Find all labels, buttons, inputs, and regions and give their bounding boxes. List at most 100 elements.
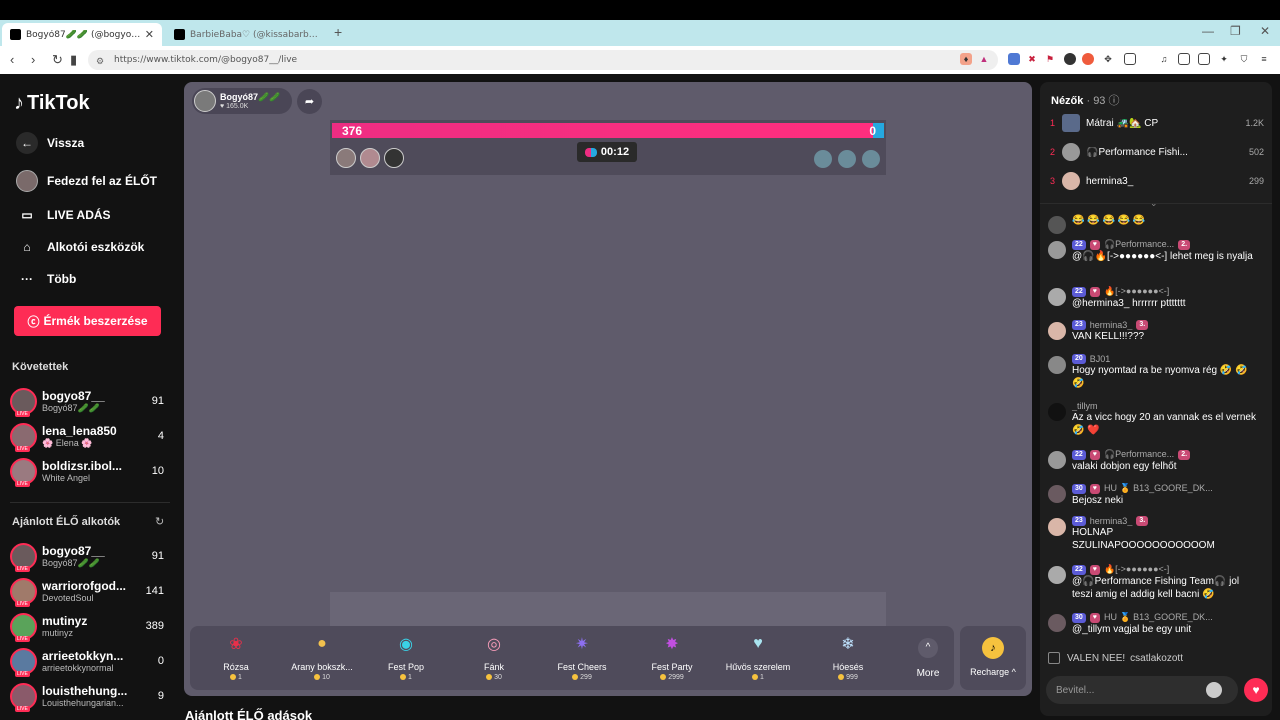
avatar: LIVE <box>10 647 37 677</box>
recommended-account[interactable]: LIVE warriorofgod... DevotedSoul 141 <box>10 575 170 607</box>
tab-active[interactable]: Bogyó87🥒🥒 (@bogyo87 ✕ <box>2 23 162 46</box>
music-icon[interactable]: ♫ <box>1158 53 1170 65</box>
rose-icon: ❀ <box>229 636 243 653</box>
chat-username[interactable]: BJ01 <box>1090 354 1111 364</box>
back-link[interactable]: ← Vissza <box>16 132 84 154</box>
tiktok-logo[interactable]: ♪ TikTok <box>14 92 90 115</box>
chat-username[interactable]: 🎧Performance... <box>1104 239 1174 250</box>
party-icon: ✸ <box>665 636 679 653</box>
chat-username[interactable]: HU 🏅 B13_GOORE_DK... <box>1104 612 1213 623</box>
nav-live-broadcast[interactable]: ▭ LIVE ADÁS <box>16 204 110 226</box>
puzzle-icon[interactable]: ✥ <box>1102 53 1114 65</box>
recommended-account[interactable]: LIVE louisthehung... Louisthehungarian...… <box>10 680 170 712</box>
extension-icon[interactable]: ✖ <box>1026 53 1038 65</box>
viewer-rank: 2 <box>1050 147 1056 157</box>
new-tab-icon[interactable]: + <box>334 24 342 40</box>
top-viewer[interactable]: 3 hermina3_ 299 <box>1050 172 1264 190</box>
brave-shield-icon[interactable]: ♦ <box>960 53 972 65</box>
chat-username[interactable]: hermina3_ <box>1090 320 1133 330</box>
vpn-icon[interactable]: ⛉ <box>1238 53 1250 65</box>
chat-username[interactable]: 🔥[->●●●●●●<-] <box>1104 286 1169 297</box>
like-button[interactable]: ♥ <box>1244 678 1268 702</box>
recharge-button[interactable]: ♪ Recharge ^ <box>960 626 1026 690</box>
chat-username[interactable]: 🔥[->●●●●●●<-] <box>1104 564 1169 575</box>
wallet-icon[interactable] <box>1198 53 1210 65</box>
live-stream-player[interactable]: Bogyó87🥒🥒 ♥ 165.0K ➦ 376 0 00:12 ❀ Rózsa… <box>184 82 1032 696</box>
account-nickname: 🌸 Elena 🌸 <box>42 437 93 448</box>
gift-donut[interactable]: ◎ Fánk 30 <box>454 632 534 688</box>
restore-icon[interactable]: ❐ <box>1230 24 1241 38</box>
minimize-icon[interactable]: — <box>1202 24 1214 38</box>
reload-icon[interactable]: ↻ <box>52 52 63 68</box>
coin-icon <box>400 674 407 681</box>
chat-username[interactable]: _tillym <box>1072 401 1098 411</box>
viewer-score: 1.2K <box>1245 118 1264 128</box>
supporter-avatar[interactable] <box>360 148 380 168</box>
url-input[interactable]: https://www.tiktok.com/@bogyo87__/live <box>88 50 998 70</box>
nav-creator-tools[interactable]: ⌂ Alkotói eszközök <box>16 236 144 258</box>
coin-icon <box>486 674 493 681</box>
chat-message: 22 ♥ 🔥[->●●●●●●<-] @hermina3_ hrrrrrr pttt… <box>1048 286 1266 310</box>
gift-name: Fest Party <box>651 662 693 672</box>
extension-icon[interactable] <box>1082 53 1094 65</box>
chat-message: _tillym Az a vicc hogy 20 an vannak es e… <box>1048 401 1266 437</box>
get-coins-button[interactable]: ⓒ Érmék beszerzése <box>14 306 161 336</box>
extension-icon[interactable]: ⚑ <box>1044 53 1056 65</box>
refresh-icon[interactable]: ↻ <box>155 515 164 528</box>
bookmark-icon[interactable]: ▮ <box>70 52 77 68</box>
supporter-avatar[interactable] <box>336 148 356 168</box>
emoji-icon[interactable] <box>1206 682 1222 698</box>
following-account[interactable]: LIVE boldizsr.ibol... White Angel 10 <box>10 455 170 487</box>
translate-extension-icon[interactable] <box>1008 53 1020 65</box>
nav-explore-live[interactable]: Fedezd fel az ÉLŐT <box>16 170 157 192</box>
gift-fest-pop[interactable]: ◉ Fest Pop 1 <box>366 632 446 688</box>
back-icon[interactable]: ‹ <box>10 52 14 67</box>
close-tab-icon[interactable]: ✕ <box>145 28 154 41</box>
recommended-live-title: Ajánlott ÉLŐ adások <box>185 708 313 720</box>
gift-rose[interactable]: ❀ Rózsa 1 <box>196 632 276 688</box>
recommended-account[interactable]: LIVE bogyo87__ Bogyó87🥒🥒 91 <box>10 540 170 572</box>
coin-icon <box>660 674 667 681</box>
chat-message: 20 BJ01 Hogy nyomtad ra be nyomva rég 🤣 🤣… <box>1048 354 1266 390</box>
recommended-account[interactable]: LIVE arrieetokkyn... arrieetokkynormal 0 <box>10 645 170 677</box>
extension-icon[interactable] <box>1064 53 1076 65</box>
rewards-icon[interactable]: ▲ <box>978 53 990 65</box>
recharge-label: Recharge ^ <box>970 667 1016 677</box>
gift-fest-cheers[interactable]: ✷ Fest Cheers 299 <box>542 632 622 688</box>
forward-icon[interactable]: › <box>31 52 35 67</box>
share-icon[interactable]: ➦ <box>297 89 322 114</box>
chat-username[interactable]: hermina3_ <box>1090 516 1133 526</box>
screenshot-icon[interactable] <box>1124 53 1136 65</box>
info-icon[interactable]: ⓘ <box>1109 95 1120 107</box>
gift-fest-party[interactable]: ✸ Fest Party 2999 <box>632 632 712 688</box>
heart-icon: ♥ <box>1252 683 1260 697</box>
top-viewer[interactable]: 1 Mátrai 🚜🏡 CP 1.2K <box>1050 114 1264 132</box>
recommended-account[interactable]: LIVE mutinyz mutinyz 389 <box>10 610 170 642</box>
tab-inactive[interactable]: BarbieBaba♡ (@kissabarbie) ÉLŐ ad <box>166 23 326 46</box>
more-gifts-button[interactable]: ^ More <box>908 632 948 679</box>
following-account[interactable]: LIVE lena_lena850 🌸 Elena 🌸 4 <box>10 420 170 452</box>
chat-username[interactable]: 🎧Performance... <box>1104 449 1174 460</box>
browser-tab-bar: Bogyó87🥒🥒 (@bogyo87 ✕ BarbieBaba♡ (@kiss… <box>0 20 1280 46</box>
top-viewer[interactable]: 2 🎧Performance Fishi... 502 <box>1050 143 1264 161</box>
joined-user[interactable]: VALEN NEE! <box>1067 653 1125 664</box>
sidebar-icon[interactable] <box>1178 53 1190 65</box>
gift-boxing-glove[interactable]: ● Arany bokszk... 10 <box>282 632 362 688</box>
following-account[interactable]: LIVE bogyo87__ Bogyó87🥒🥒 91 <box>10 385 170 417</box>
gift-ice-heart[interactable]: ♥ Hűvös szerelem 1 <box>718 632 798 688</box>
chat-username[interactable]: HU 🏅 B13_GOORE_DK... <box>1104 483 1213 494</box>
menu-icon[interactable]: ≡ <box>1258 53 1270 65</box>
close-window-icon[interactable]: ✕ <box>1260 24 1270 38</box>
viewer-name: Mátrai 🚜🏡 CP <box>1086 117 1159 129</box>
site-settings-icon[interactable]: ⚙ <box>96 56 104 67</box>
live-badge: LIVE <box>15 445 30 452</box>
host-info[interactable]: Bogyó87🥒🥒 ♥ 165.0K <box>192 88 292 114</box>
gift-snowfall[interactable]: ❄ Hóesés 999 <box>808 632 888 688</box>
coin-icon <box>314 674 321 681</box>
message-text: @🎧🔥[->●●●●●●<-] lehet meg is nyalja <box>1072 251 1253 262</box>
tiktok-favicon-icon <box>174 29 185 40</box>
account-nickname: DevotedSoul <box>42 593 94 603</box>
ai-icon[interactable]: ✦ <box>1218 53 1230 65</box>
nav-more[interactable]: ··· Több <box>16 268 76 290</box>
supporter-avatar[interactable] <box>384 148 404 168</box>
